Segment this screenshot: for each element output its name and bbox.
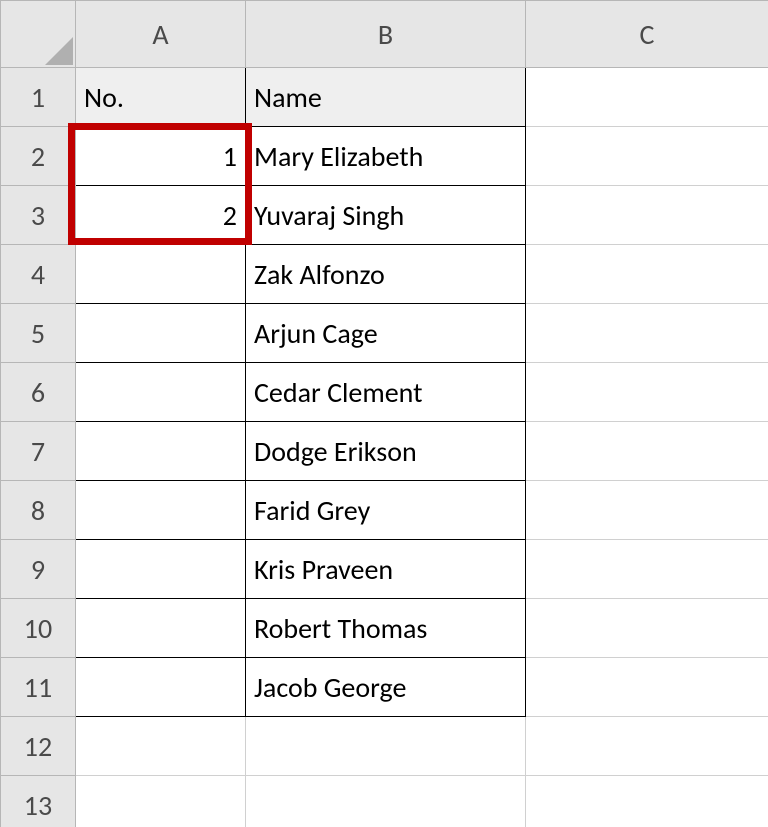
cell-C5[interactable] xyxy=(526,304,768,363)
row-1: 1 No. Name xyxy=(1,68,768,127)
row-6: 6 Cedar Clement xyxy=(1,363,768,422)
row-3: 3 2 Yuvaraj Singh xyxy=(1,186,768,245)
row-header-9[interactable]: 9 xyxy=(1,540,76,599)
cell-A5[interactable] xyxy=(76,304,246,363)
row-7: 7 Dodge Erikson xyxy=(1,422,768,481)
cell-C9[interactable] xyxy=(526,540,768,599)
cell-B11[interactable]: Jacob George xyxy=(246,658,526,717)
column-header-row: A B C xyxy=(1,1,768,68)
cell-B8[interactable]: Farid Grey xyxy=(246,481,526,540)
cell-C7[interactable] xyxy=(526,422,768,481)
row-header-3[interactable]: 3 xyxy=(1,186,76,245)
select-all-corner[interactable] xyxy=(1,1,76,68)
row-4: 4 Zak Alfonzo xyxy=(1,245,768,304)
cell-A10[interactable] xyxy=(76,599,246,658)
cell-B1[interactable]: Name xyxy=(246,68,526,127)
cell-C12[interactable] xyxy=(526,717,768,776)
cell-A1[interactable]: No. xyxy=(76,68,246,127)
col-header-A[interactable]: A xyxy=(76,1,246,68)
row-header-4[interactable]: 4 xyxy=(1,245,76,304)
cell-B10[interactable]: Robert Thomas xyxy=(246,599,526,658)
cell-A12[interactable] xyxy=(76,717,246,776)
row-10: 10 Robert Thomas xyxy=(1,599,768,658)
cell-A3[interactable]: 2 xyxy=(76,186,246,245)
cell-A13[interactable] xyxy=(76,776,246,827)
cell-B7[interactable]: Dodge Erikson xyxy=(246,422,526,481)
cell-A2[interactable]: 1 xyxy=(76,127,246,186)
cell-B13[interactable] xyxy=(246,776,526,827)
cell-C6[interactable] xyxy=(526,363,768,422)
row-8: 8 Farid Grey xyxy=(1,481,768,540)
grid-table: A B C 1 No. Name 2 1 Mary Elizabeth 3 2 … xyxy=(0,0,768,827)
cell-A4[interactable] xyxy=(76,245,246,304)
row-13: 13 xyxy=(1,776,768,827)
cell-A11[interactable] xyxy=(76,658,246,717)
cell-B5[interactable]: Arjun Cage xyxy=(246,304,526,363)
cell-A8[interactable] xyxy=(76,481,246,540)
cell-B6[interactable]: Cedar Clement xyxy=(246,363,526,422)
col-header-C[interactable]: C xyxy=(526,1,768,68)
row-12: 12 xyxy=(1,717,768,776)
cell-C10[interactable] xyxy=(526,599,768,658)
row-header-7[interactable]: 7 xyxy=(1,422,76,481)
spreadsheet-view: A B C 1 No. Name 2 1 Mary Elizabeth 3 2 … xyxy=(0,0,768,827)
row-9: 9 Kris Praveen xyxy=(1,540,768,599)
cell-C3[interactable] xyxy=(526,186,768,245)
select-all-triangle-icon xyxy=(45,37,73,65)
row-header-2[interactable]: 2 xyxy=(1,127,76,186)
row-header-5[interactable]: 5 xyxy=(1,304,76,363)
cell-C2[interactable] xyxy=(526,127,768,186)
cell-B4[interactable]: Zak Alfonzo xyxy=(246,245,526,304)
row-11: 11 Jacob George xyxy=(1,658,768,717)
col-header-B[interactable]: B xyxy=(246,1,526,68)
row-header-10[interactable]: 10 xyxy=(1,599,76,658)
cell-C1[interactable] xyxy=(526,68,768,127)
cell-C11[interactable] xyxy=(526,658,768,717)
row-header-13[interactable]: 13 xyxy=(1,776,76,827)
cell-B3[interactable]: Yuvaraj Singh xyxy=(246,186,526,245)
row-2: 2 1 Mary Elizabeth xyxy=(1,127,768,186)
cell-A7[interactable] xyxy=(76,422,246,481)
cell-B9[interactable]: Kris Praveen xyxy=(246,540,526,599)
row-header-12[interactable]: 12 xyxy=(1,717,76,776)
cell-C8[interactable] xyxy=(526,481,768,540)
cell-C13[interactable] xyxy=(526,776,768,827)
row-header-6[interactable]: 6 xyxy=(1,363,76,422)
row-5: 5 Arjun Cage xyxy=(1,304,768,363)
row-header-1[interactable]: 1 xyxy=(1,68,76,127)
row-header-11[interactable]: 11 xyxy=(1,658,76,717)
cell-A6[interactable] xyxy=(76,363,246,422)
cell-C4[interactable] xyxy=(526,245,768,304)
cell-A9[interactable] xyxy=(76,540,246,599)
row-header-8[interactable]: 8 xyxy=(1,481,76,540)
cell-B2[interactable]: Mary Elizabeth xyxy=(246,127,526,186)
cell-B12[interactable] xyxy=(246,717,526,776)
